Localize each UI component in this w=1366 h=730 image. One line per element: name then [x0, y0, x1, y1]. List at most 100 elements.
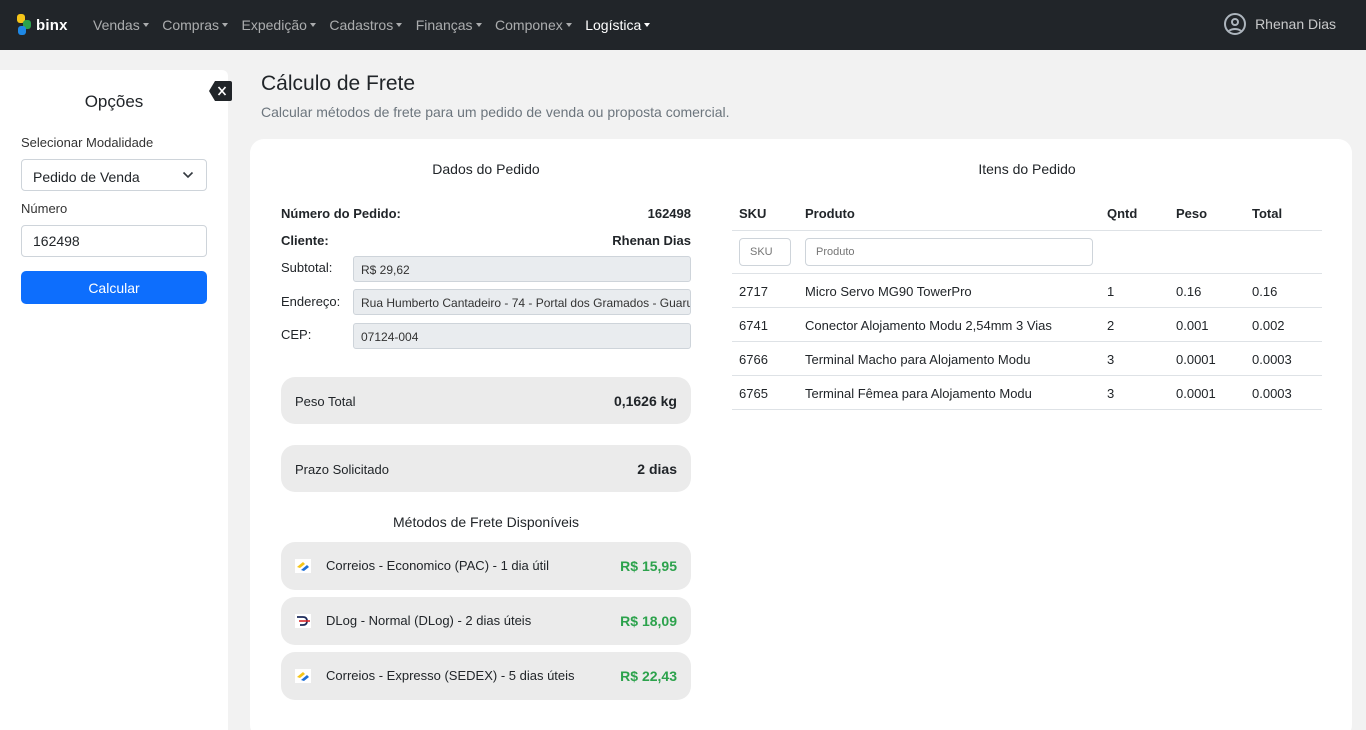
caret-down-icon — [475, 23, 482, 28]
caret-down-icon — [565, 23, 572, 28]
cell-peso: 0.0001 — [1176, 352, 1216, 367]
cell-sku: 6766 — [739, 352, 768, 367]
cep-label: CEP: — [281, 327, 312, 342]
column-header-produto[interactable]: Produto — [805, 206, 855, 221]
caret-down-icon — [396, 23, 403, 28]
numero-pedido-label: Número do Pedido: — [281, 206, 401, 221]
cell-sku: 6765 — [739, 386, 768, 401]
numero-input[interactable] — [21, 225, 207, 257]
column-header-sku[interactable]: SKU — [739, 206, 766, 221]
nav-menu: Vendas Compras Expedição Cadastros Finan… — [93, 0, 664, 50]
metodo-label: DLog - Normal (DLog) - 2 dias úteis — [326, 613, 532, 628]
metodos-frete-title: Métodos de Frete Disponíveis — [393, 514, 579, 530]
nav-item-vendas[interactable]: Vendas — [93, 17, 149, 33]
nav-item-compras[interactable]: Compras — [162, 17, 229, 33]
table-row: 6765 Terminal Fêmea para Alojamento Modu… — [732, 376, 1322, 410]
cell-total: 0.0003 — [1252, 386, 1292, 401]
cell-total: 0.16 — [1252, 284, 1278, 299]
caret-down-icon — [222, 23, 229, 28]
filter-row — [732, 231, 1322, 274]
frete-card: Dados do Pedido Número do Pedido: 162498… — [250, 139, 1352, 730]
cell-produto: Micro Servo MG90 TowerPro — [805, 284, 972, 299]
caret-down-icon — [644, 23, 651, 28]
prazo-solicitado-label: Prazo Solicitado — [295, 462, 389, 477]
modalidade-value: Pedido de Venda — [33, 169, 140, 185]
caret-down-icon — [309, 23, 316, 28]
dados-pedido-title: Dados do Pedido — [432, 161, 540, 177]
peso-total-label: Peso Total — [295, 394, 356, 409]
cell-peso: 0.0001 — [1176, 386, 1216, 401]
itens-pedido-title: Itens do Pedido — [978, 161, 1076, 177]
cliente-value: Rhenan Dias — [612, 233, 691, 248]
subtotal-label: Subtotal: — [281, 260, 333, 275]
sku-filter-input[interactable] — [739, 238, 791, 266]
table-header: SKU Produto Qntd Peso Total — [732, 197, 1322, 231]
prazo-solicitado-value: 2 dias — [637, 461, 677, 477]
column-header-peso[interactable]: Peso — [1176, 206, 1207, 221]
cell-qtd: 1 — [1107, 284, 1115, 299]
metodo-frete-item[interactable]: Correios - Economico (PAC) - 1 dia útil … — [281, 542, 691, 590]
cell-total: 0.0003 — [1252, 352, 1292, 367]
subtotal-field: R$ 29,62 — [353, 256, 691, 282]
cell-produto: Conector Alojamento Modu 2,54mm 3 Vias — [805, 318, 1052, 333]
chevron-down-icon — [182, 171, 194, 179]
prazo-solicitado-box: Prazo Solicitado 2 dias — [281, 445, 691, 492]
logo-text: binx — [36, 16, 68, 34]
nav-item-componex[interactable]: Componex — [495, 17, 572, 33]
cell-sku: 2717 — [739, 284, 768, 299]
nav-item-expedicao[interactable]: Expedição — [242, 17, 316, 33]
modalidade-select[interactable]: Pedido de Venda — [21, 159, 207, 191]
metodo-price: R$ 15,95 — [620, 558, 677, 574]
column-header-total[interactable]: Total — [1252, 206, 1282, 221]
metodo-label: Correios - Expresso (SEDEX) - 5 dias úte… — [326, 668, 575, 683]
user-name: Rhenan Dias — [1255, 16, 1336, 32]
cell-qtd: 3 — [1107, 352, 1115, 367]
numero-pedido-value: 162498 — [647, 206, 691, 221]
nav-item-cadastros[interactable]: Cadastros — [329, 17, 403, 33]
metodo-frete-item[interactable]: Correios - Expresso (SEDEX) - 5 dias úte… — [281, 652, 691, 700]
cell-sku: 6741 — [739, 318, 768, 333]
endereco-field: Rua Humberto Cantadeiro - 74 - Portal do… — [353, 289, 691, 315]
dlog-icon — [295, 614, 311, 628]
cep-field: 07124-004 — [353, 323, 691, 349]
modalidade-label: Selecionar Modalidade — [21, 135, 154, 150]
cell-qtd: 3 — [1107, 386, 1115, 401]
caret-down-icon — [142, 23, 149, 28]
correios-icon — [295, 669, 311, 683]
nav-item-logistica[interactable]: Logística — [585, 17, 651, 33]
page-subtitle: Calcular métodos de frete para um pedido… — [261, 104, 730, 120]
metodo-price: R$ 22,43 — [620, 668, 677, 684]
endereco-label: Endereço: — [281, 294, 341, 309]
sidebar-title: Opções — [84, 92, 144, 111]
cliente-label: Cliente: — [281, 233, 329, 248]
table-row: 6766 Terminal Macho para Alojamento Modu… — [732, 342, 1322, 376]
table-row: 6741 Conector Alojamento Modu 2,54mm 3 V… — [732, 308, 1322, 342]
cell-produto: Terminal Macho para Alojamento Modu — [805, 352, 1031, 367]
table-row: 2717 Micro Servo MG90 TowerPro 1 0.16 0.… — [732, 274, 1322, 308]
peso-total-value: 0,1626 kg — [613, 393, 677, 409]
binx-logo-icon — [16, 14, 34, 36]
metodo-price: R$ 18,09 — [620, 613, 677, 629]
page-title: Cálculo de Frete — [261, 72, 416, 95]
cell-total: 0.002 — [1252, 318, 1285, 333]
peso-total-box: Peso Total 0,1626 kg — [281, 377, 691, 424]
nav-item-financas[interactable]: Finanças — [416, 17, 482, 33]
calcular-button[interactable]: Calcular — [21, 271, 207, 304]
cell-peso: 0.16 — [1176, 284, 1202, 299]
metodo-label: Correios - Economico (PAC) - 1 dia útil — [326, 558, 549, 573]
top-navbar: binx Vendas Compras Expedição Cadastros … — [0, 0, 1366, 50]
cell-peso: 0.001 — [1176, 318, 1209, 333]
metodo-frete-item[interactable]: DLog - Normal (DLog) - 2 dias úteis R$ 1… — [281, 597, 691, 645]
user-avatar-icon — [1224, 13, 1247, 35]
options-sidebar: Opções Selecionar Modalidade Pedido de V… — [0, 70, 228, 730]
itens-table: SKU Produto Qntd Peso Total 2717 Micro S… — [732, 197, 1322, 410]
cell-qtd: 2 — [1107, 318, 1115, 333]
column-header-qntd[interactable]: Qntd — [1107, 206, 1137, 221]
app-logo[interactable]: binx — [16, 14, 68, 36]
produto-filter-input[interactable] — [805, 238, 1093, 266]
user-menu[interactable]: Rhenan Dias — [1224, 13, 1336, 35]
close-sidebar-icon[interactable] — [209, 80, 232, 102]
numero-label: Número — [21, 201, 68, 216]
cell-produto: Terminal Fêmea para Alojamento Modu — [805, 386, 1032, 401]
correios-icon — [295, 559, 311, 573]
